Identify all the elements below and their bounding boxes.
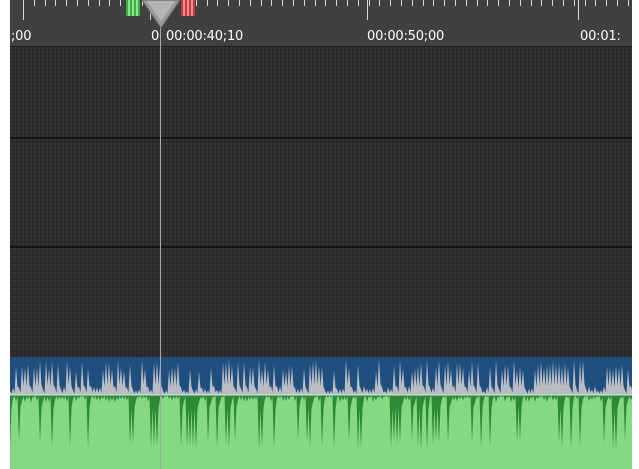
ruler-tick-minor bbox=[509, 0, 510, 6]
playhead-label-prefix: 0 bbox=[151, 29, 160, 44]
ruler-tick-minor bbox=[628, 0, 629, 6]
video-track-2[interactable] bbox=[10, 139, 632, 246]
ruler-tick-minor bbox=[595, 0, 596, 6]
ruler-tick-minor bbox=[261, 0, 262, 6]
ruler-tick-minor bbox=[531, 0, 532, 6]
ruler-label-start: ;00 bbox=[11, 29, 32, 44]
ruler-tick-minor bbox=[585, 0, 586, 6]
ruler-tick-minor bbox=[325, 0, 326, 6]
playhead-handle[interactable] bbox=[141, 0, 181, 30]
ruler-tick-minor bbox=[66, 0, 67, 6]
audio-track[interactable] bbox=[10, 357, 632, 469]
ruler-tick-minor bbox=[401, 0, 402, 6]
ruler-tick-minor bbox=[196, 0, 197, 6]
ruler-tick-minor bbox=[617, 0, 618, 6]
ruler-tick-minor bbox=[239, 0, 240, 6]
ruler-tick-minor bbox=[88, 0, 89, 6]
ruler-tick-minor bbox=[520, 0, 521, 6]
timecode-ruler[interactable]: ;00 0 00:00:40;10 00:00:50;00 00:01: bbox=[10, 0, 632, 47]
ruler-tick-minor bbox=[487, 0, 488, 6]
ruler-tick-minor bbox=[444, 0, 445, 6]
ruler-tick-minor bbox=[250, 0, 251, 6]
ruler-tick-minor bbox=[466, 0, 467, 6]
ruler-tick-minor bbox=[120, 0, 121, 6]
in-point-marker[interactable] bbox=[126, 0, 140, 16]
video-track-3[interactable] bbox=[10, 248, 632, 357]
ruler-tick-minor bbox=[552, 0, 553, 6]
ruler-tick-minor bbox=[541, 0, 542, 6]
playhead-line[interactable] bbox=[160, 0, 161, 469]
ruler-tick-major bbox=[578, 0, 579, 20]
audio-waveform bbox=[10, 357, 632, 469]
ruler-tick-minor bbox=[574, 0, 575, 6]
ruler-tick-minor bbox=[293, 0, 294, 6]
ruler-label-1m: 00:01: bbox=[580, 29, 621, 44]
ruler-tick-minor bbox=[45, 0, 46, 6]
ruler-tick-minor bbox=[412, 0, 413, 6]
ruler-tick-minor bbox=[347, 0, 348, 6]
out-point-marker[interactable] bbox=[181, 0, 195, 16]
ruler-tick-minor bbox=[55, 0, 56, 6]
ruler-tick-minor bbox=[390, 0, 391, 6]
ruler-tick-minor bbox=[423, 0, 424, 6]
ruler-tick-minor bbox=[109, 0, 110, 6]
ruler-tick-minor bbox=[379, 0, 380, 6]
ruler-tick-minor bbox=[433, 0, 434, 6]
timeline-panel[interactable]: ;00 0 00:00:40;10 00:00:50;00 00:01: bbox=[10, 0, 632, 469]
ruler-tick-minor bbox=[228, 0, 229, 6]
ruler-tick-minor bbox=[563, 0, 564, 6]
ruler-tick-minor bbox=[336, 0, 337, 6]
ruler-label-40s: 00:00:40;10 bbox=[166, 29, 244, 44]
ruler-tick-minor bbox=[304, 0, 305, 6]
ruler-tick-major bbox=[23, 0, 24, 20]
ruler-tick-minor bbox=[498, 0, 499, 6]
ruler-tick-minor bbox=[77, 0, 78, 6]
ruler-tick-minor bbox=[99, 0, 100, 6]
ruler-tick-minor bbox=[455, 0, 456, 6]
ruler-tick-minor bbox=[606, 0, 607, 6]
ruler-tick-minor bbox=[34, 0, 35, 6]
ruler-tick-minor bbox=[271, 0, 272, 6]
ruler-label-50s: 00:00:50;00 bbox=[367, 29, 445, 44]
ruler-tick-minor bbox=[315, 0, 316, 6]
ruler-tick-major bbox=[367, 0, 368, 20]
ruler-tick-minor bbox=[207, 0, 208, 6]
ruler-tick-minor bbox=[282, 0, 283, 6]
video-track-1[interactable] bbox=[10, 47, 632, 137]
ruler-tick-minor bbox=[358, 0, 359, 6]
ruler-tick-minor bbox=[217, 0, 218, 6]
ruler-tick-minor bbox=[477, 0, 478, 6]
ruler-tick-minor bbox=[369, 0, 370, 6]
